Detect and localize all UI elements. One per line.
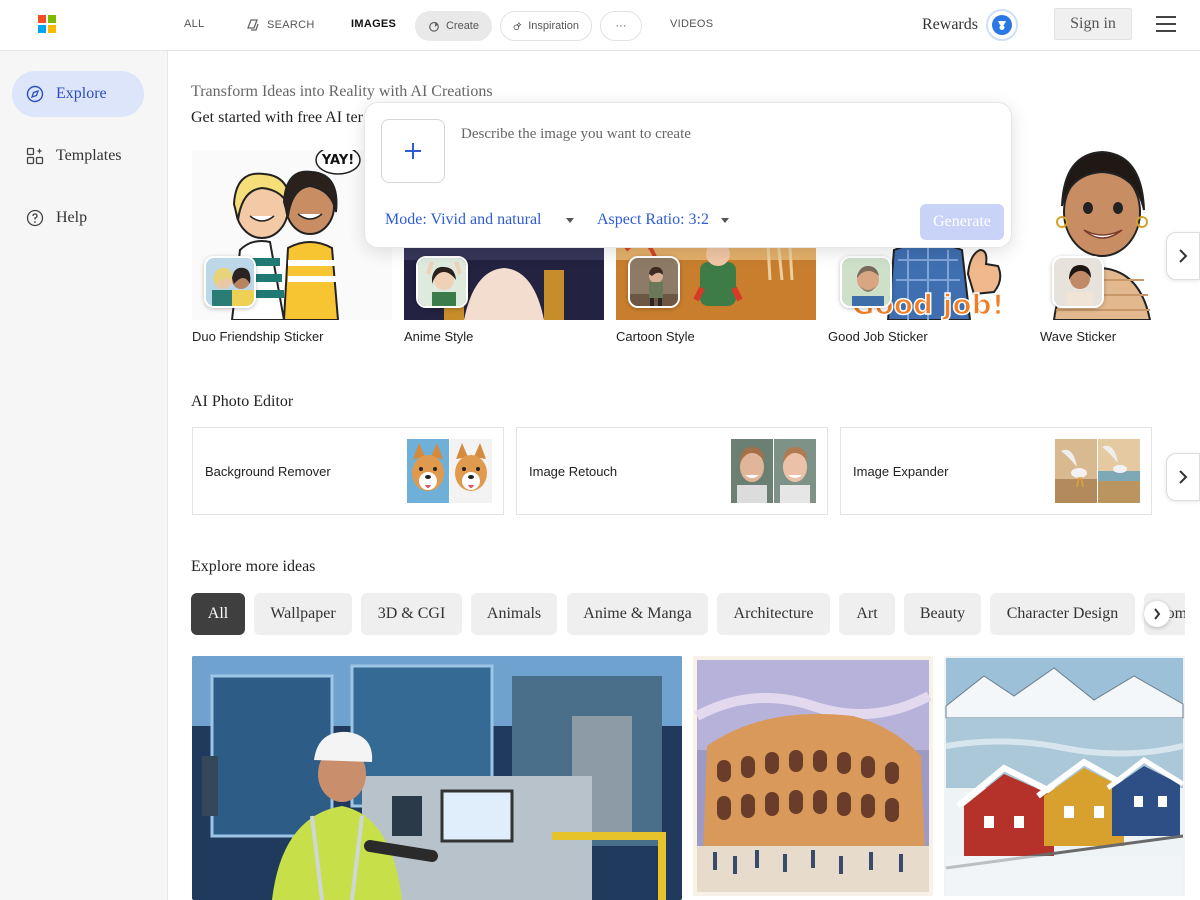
sign-in-button[interactable]: Sign in — [1054, 8, 1132, 40]
template-avatar — [204, 256, 256, 308]
editor-tool-label: Background Remover — [205, 464, 331, 479]
nav-create-pill[interactable]: Create — [415, 11, 492, 41]
plus-icon — [405, 143, 421, 159]
editor-heading: AI Photo Editor — [191, 393, 294, 410]
nav-search[interactable]: SEARCH — [245, 17, 315, 33]
gallery-image-colosseum[interactable] — [693, 656, 933, 896]
corgi-after-image — [450, 439, 492, 503]
corgi-before-image — [407, 439, 449, 503]
chevron-right-icon — [1154, 608, 1161, 620]
sidebar-item-label: Explore — [56, 85, 107, 102]
template-avatar — [628, 256, 680, 308]
caret-down-icon — [720, 217, 729, 223]
nav-images[interactable]: IMAGES — [351, 18, 396, 30]
nav-create-label: Create — [445, 20, 479, 32]
inspiration-icon — [513, 21, 522, 31]
editor-tool-label: Image Retouch — [529, 464, 618, 479]
sidebar-item-help[interactable]: Help — [12, 195, 144, 241]
nav-images-label: IMAGES — [351, 18, 397, 30]
copilot-search-icon — [247, 19, 259, 31]
template-thumbnail: YAY! — [192, 150, 392, 320]
editor-tool-label: Image Expander — [853, 464, 949, 479]
chip-beauty[interactable]: Beauty — [904, 593, 981, 635]
chip-character-design[interactable]: Character Design — [990, 593, 1135, 635]
add-image-button[interactable] — [381, 119, 445, 183]
microsoft-logo[interactable] — [38, 15, 56, 33]
nav-videos[interactable]: VIDEOS — [670, 18, 713, 30]
nav-inspiration-pill[interactable]: Inspiration — [500, 11, 592, 41]
templates-icon — [26, 147, 44, 165]
nav-all[interactable]: ALL — [184, 18, 204, 30]
templates-heading: Get started with free AI ter — [191, 109, 363, 126]
nav-videos-label: VIDEOS — [670, 18, 714, 30]
create-brush-icon — [429, 21, 439, 32]
chip-all[interactable]: All — [191, 593, 245, 635]
portrait-before-image — [731, 439, 773, 503]
template-avatar — [416, 256, 468, 308]
template-label: Wave Sticker — [1040, 329, 1117, 344]
chip-animals[interactable]: Animals — [471, 593, 557, 635]
chip-anime-manga[interactable]: Anime & Manga — [567, 593, 708, 635]
sidebar-item-label: Help — [56, 209, 88, 226]
editor-tool-background-remover[interactable]: Background Remover — [192, 427, 504, 515]
help-icon — [26, 209, 44, 227]
template-avatar — [840, 256, 892, 308]
template-card[interactable]: YAY! Duo Friendship Sticker — [192, 150, 392, 344]
aspect-ratio-dropdown[interactable]: Aspect Ratio: 3:2 — [597, 211, 729, 229]
template-label: Anime Style — [404, 329, 474, 344]
create-image-panel: Mode: Vivid and natural Aspect Ratio: 3:… — [364, 102, 1012, 248]
gallery-image-factory[interactable] — [192, 656, 682, 900]
chip-3d-cgi[interactable]: 3D & CGI — [361, 593, 462, 635]
aspect-ratio-label: Aspect Ratio: 3:2 — [597, 211, 709, 228]
chip-architecture[interactable]: Architecture — [717, 593, 830, 635]
chevron-right-icon — [1179, 249, 1188, 263]
editor-tool-image-expander[interactable]: Image Expander — [840, 427, 1152, 515]
more-dots-icon: ··· — [615, 20, 627, 32]
template-label: Good Job Sticker — [828, 329, 928, 344]
chip-wallpaper[interactable]: Wallpaper — [254, 593, 352, 635]
nav-all-label: ALL — [184, 18, 205, 30]
nav-inspiration-label: Inspiration — [528, 20, 579, 32]
page-subtitle: Transform Ideas into Reality with AI Cre… — [191, 83, 493, 100]
mode-dropdown-label: Mode: Vivid and natural — [385, 211, 542, 228]
top-bar: ALL SEARCH IMAGES Create Inspiration ···… — [0, 0, 1200, 51]
caret-down-icon — [565, 217, 574, 223]
nav-search-label: SEARCH — [267, 19, 315, 31]
compass-icon — [26, 85, 44, 103]
seagull-after-image — [1098, 439, 1140, 503]
sidebar-item-explore[interactable]: Explore — [12, 71, 144, 117]
hamburger-menu-icon[interactable] — [1156, 16, 1176, 32]
mode-dropdown[interactable]: Mode: Vivid and natural — [385, 211, 574, 229]
rewards-badge-icon[interactable] — [986, 9, 1018, 41]
chevron-right-icon — [1179, 470, 1188, 484]
categories-next-button[interactable] — [1144, 601, 1170, 627]
chip-art[interactable]: Art — [839, 593, 895, 635]
sidebar-item-templates[interactable]: Templates — [12, 133, 144, 179]
sidebar-item-label: Templates — [56, 147, 122, 164]
category-chips: All Wallpaper 3D & CGI Animals Anime & M… — [191, 593, 1185, 635]
editor-next-button[interactable] — [1166, 453, 1200, 501]
editor-tool-image-retouch[interactable]: Image Retouch — [516, 427, 828, 515]
sidebar: Explore Templates Help — [0, 51, 168, 900]
gallery-image-nordic-houses[interactable] — [944, 656, 1185, 896]
nav-more-button[interactable]: ··· — [600, 11, 642, 41]
template-thumbnail — [1040, 150, 1164, 320]
generate-button[interactable]: Generate — [920, 204, 1004, 240]
rewards-link[interactable]: Rewards — [922, 16, 978, 34]
template-label: Duo Friendship Sticker — [192, 329, 324, 344]
yay-sticker-text: YAY! — [321, 153, 354, 168]
prompt-input[interactable] — [461, 121, 981, 147]
templates-next-button[interactable] — [1166, 232, 1200, 280]
template-label: Cartoon Style — [616, 329, 695, 344]
template-avatar — [1052, 256, 1104, 308]
explore-heading: Explore more ideas — [191, 558, 316, 575]
portrait-after-image — [774, 439, 816, 503]
seagull-before-image — [1055, 439, 1097, 503]
